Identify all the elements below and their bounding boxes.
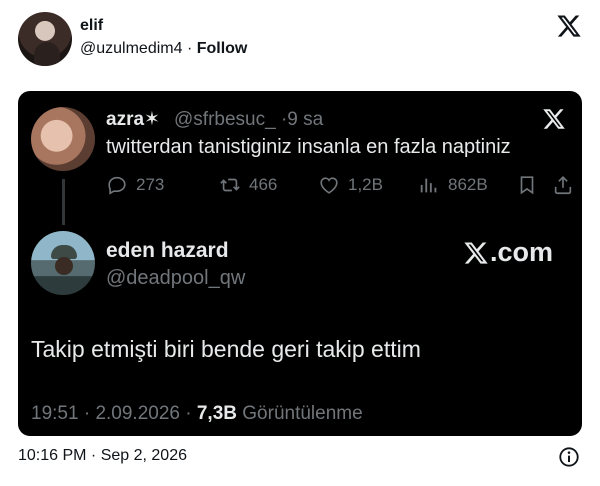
quoted-tweet-text: twitterdan tanistiginiz insanla en fazla…: [106, 136, 511, 158]
bookmark-icon: [520, 176, 534, 195]
views-count: 862B: [448, 175, 488, 194]
main-author-handle[interactable]: @deadpool_qw: [106, 267, 245, 290]
embed-author-avatar[interactable]: [18, 12, 72, 66]
main-author-name[interactable]: eden hazard: [106, 239, 229, 263]
brand-domain-text: .com: [490, 237, 554, 267]
separator-dot: ·: [182, 40, 197, 57]
like-count: 1,2B: [348, 175, 383, 194]
reply-icon: [108, 176, 126, 195]
quoted-author-name[interactable]: azra✶: [106, 108, 160, 131]
quoted-author-handle[interactable]: @sfrbesuc_: [174, 109, 276, 130]
quoted-time[interactable]: 9 sa: [287, 109, 323, 130]
main-tweet-time[interactable]: 19:51: [31, 403, 79, 424]
share-icon: [554, 176, 572, 195]
embed-author-handle-line: @uzulmedim4 · Follow: [80, 40, 247, 58]
embed-author-name[interactable]: elif: [80, 17, 103, 35]
main-views-count: 7,3B: [196, 403, 237, 424]
like-button[interactable]: 1,2B: [318, 173, 383, 197]
main-tweet-date[interactable]: 2.09.2026: [95, 403, 180, 424]
views-button[interactable]: 862B: [418, 173, 488, 197]
quoted-action-bar: 273 466 1,2B 862B: [106, 173, 572, 197]
main-tweet-footer: 19:51 · 2.09.2026 · 7,3B Görüntülenme: [31, 403, 363, 425]
reply-button[interactable]: 273: [106, 173, 164, 197]
quoted-author-avatar[interactable]: [31, 107, 95, 171]
follow-button[interactable]: Follow: [197, 40, 248, 57]
bookmark-button[interactable]: [516, 173, 538, 197]
retweet-button[interactable]: 466: [219, 173, 277, 197]
embed-author-handle[interactable]: @uzulmedim4: [80, 40, 183, 57]
main-author-avatar[interactable]: [31, 231, 95, 295]
thread-connector-line: [62, 179, 65, 225]
embed-timestamp[interactable]: 10:16 PM · Sep 2, 2026: [18, 447, 187, 465]
footer-separator: ·: [83, 403, 91, 424]
x-logo-icon: [464, 241, 488, 264]
main-tweet-text: Takip etmişti biri bende geri takip etti…: [31, 336, 421, 362]
info-icon[interactable]: [558, 446, 580, 468]
x-logo-icon[interactable]: [542, 107, 566, 131]
retweet-icon: [220, 178, 240, 192]
views-icon: [420, 178, 437, 193]
tweet-card[interactable]: azra✶ @sfrbesuc_ ·9 sa twitterdan tanist…: [18, 91, 582, 436]
share-button[interactable]: [552, 173, 574, 197]
main-views-label: Görüntülenme: [242, 403, 363, 424]
footer-separator: ·: [185, 403, 192, 424]
quoted-author-meta: @sfrbesuc_ ·9 sa: [174, 109, 323, 131]
retweet-count: 466: [249, 175, 278, 194]
x-logo-icon[interactable]: [556, 13, 582, 39]
reply-count: 273: [136, 175, 165, 194]
like-icon: [320, 177, 338, 194]
x-com-brand: .com: [463, 237, 553, 268]
